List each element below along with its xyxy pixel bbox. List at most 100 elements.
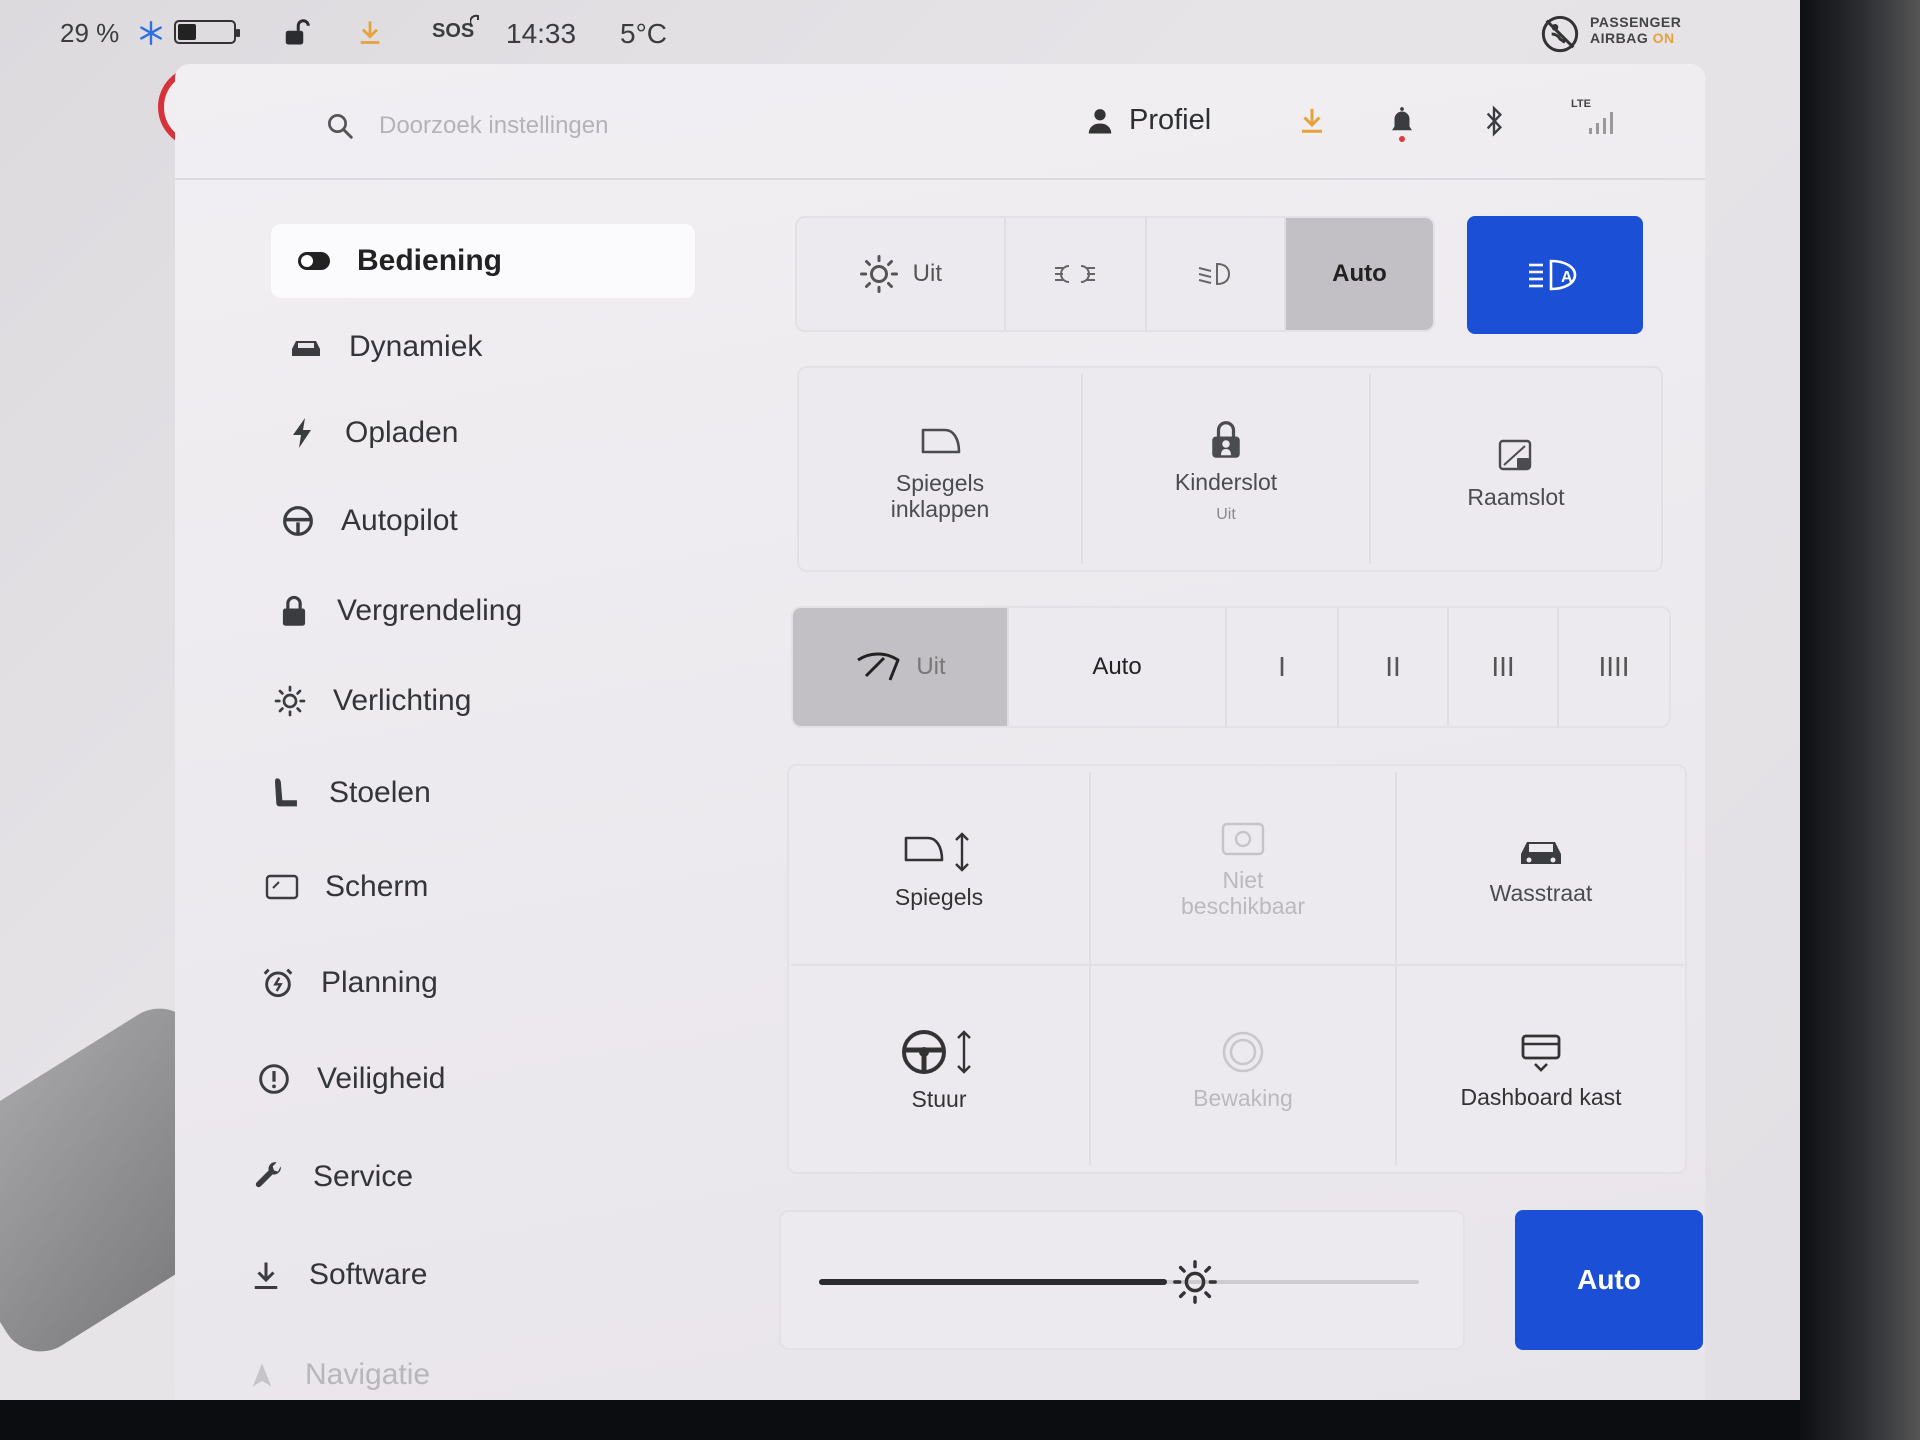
sidebar-item-label: Bediening	[357, 244, 503, 277]
brightness-auto-button[interactable]: Auto	[1515, 1210, 1703, 1350]
sidebar-item-label: Verlichting	[333, 684, 472, 717]
airbag-line-1: PASSENGER	[1590, 14, 1682, 30]
child-lock-label: Kinderslot	[1174, 468, 1278, 495]
mirror-icon	[917, 426, 963, 460]
wiper-off-option[interactable]: Uit	[793, 608, 1009, 726]
window-lock-label: Raamslot	[1467, 483, 1565, 510]
brightness-handle[interactable]	[1171, 1258, 1219, 1306]
wiper-speed-2-option[interactable]: II	[1339, 608, 1449, 726]
alarm-clock-icon	[261, 967, 295, 999]
wiper-speed-selector: Uit Auto I II III IIII	[791, 606, 1671, 728]
child-lock-button[interactable]: Kinderslot Uit	[1083, 386, 1369, 556]
glovebox-icon	[1519, 1030, 1563, 1074]
sidebar-item-opladen[interactable]: Opladen	[259, 396, 458, 470]
car-interior-background	[1800, 0, 1920, 1440]
software-update-icon[interactable]	[356, 16, 384, 48]
sidebar-item-label: Software	[309, 1258, 428, 1291]
download-icon[interactable]	[1297, 104, 1327, 136]
sidebar-item-stoelen[interactable]: Stoelen	[243, 756, 431, 830]
lights-auto-option[interactable]: Auto	[1285, 218, 1433, 330]
wiper-speed-3-option[interactable]: III	[1449, 608, 1559, 726]
car-wash-label: Wasstraat	[1489, 879, 1593, 906]
sidebar-item-planning[interactable]: Planning	[235, 946, 438, 1020]
sidebar-item-service[interactable]: Service	[227, 1140, 413, 1214]
window-lock-button[interactable]: Raamslot	[1371, 394, 1661, 554]
settings-panel: Profiel LTE Bediening	[175, 64, 1705, 1400]
wiper-icon	[854, 650, 902, 684]
steering-wheel-icon	[281, 505, 315, 537]
alert-circle-icon	[257, 1063, 291, 1095]
download-icon	[249, 1259, 283, 1291]
brightness-auto-label: Auto	[1577, 1264, 1641, 1295]
lights-off-label: Uit	[912, 260, 943, 287]
sidebar-item-label: Vergrendeling	[337, 594, 523, 627]
sidebar-item-navigatie[interactable]: Navigatie	[219, 1338, 430, 1400]
outside-temperature: 5°C	[620, 18, 667, 49]
profile-label: Profiel	[1129, 104, 1212, 136]
auto-high-beam-button[interactable]: A	[1467, 216, 1643, 334]
sun-icon	[273, 685, 307, 717]
wiper-speed-1-label: I	[1278, 651, 1286, 682]
sidebar-item-bediening[interactable]: Bediening	[271, 224, 695, 298]
sidebar-item-scherm[interactable]: Scherm	[239, 850, 428, 924]
sidebar-item-vergrendeling[interactable]: Vergrendeling	[251, 574, 522, 648]
sidebar-item-label: Dynamiek	[349, 330, 483, 363]
sos-label[interactable]: SOS	[432, 20, 474, 43]
wiper-auto-label: Auto	[1092, 653, 1142, 680]
navigation-icon	[245, 1359, 279, 1391]
clock: 14:33	[506, 18, 577, 49]
sidebar-item-label: Stoelen	[329, 776, 431, 809]
unavailable-label: Niet beschikbaar	[1180, 867, 1306, 919]
search-bar[interactable]	[325, 102, 845, 150]
passenger-airbag-indicator: PASSENGER AIRBAG ON	[1590, 14, 1681, 46]
bolt-icon	[285, 417, 319, 449]
sidebar-item-label: Autopilot	[341, 504, 458, 537]
sidebar-item-autopilot[interactable]: Autopilot	[255, 484, 458, 558]
car-icon	[289, 335, 323, 359]
sidebar-item-label: Service	[313, 1160, 414, 1193]
unlock-icon[interactable]	[282, 16, 312, 48]
sidebar-item-label: Veiligheid	[317, 1062, 446, 1095]
headlights-selector: Uit Auto	[795, 216, 1435, 332]
parking-lights-option[interactable]	[1006, 218, 1147, 330]
parking-lights-icon	[1053, 260, 1097, 288]
battery-icon	[174, 20, 240, 44]
sos-call-icon	[470, 14, 484, 30]
fold-mirrors-button[interactable]: Spiegels inklappen	[799, 394, 1081, 554]
mirror-adjust-icon	[902, 830, 976, 874]
airbag-line-2: AIRBAG	[1590, 30, 1649, 46]
bluetooth-icon[interactable]	[1481, 104, 1507, 138]
profile-button[interactable]: Profiel	[1085, 104, 1211, 137]
glovebox-button[interactable]: Dashboard kast	[1397, 972, 1685, 1168]
car-wash-button[interactable]: Wasstraat	[1397, 784, 1685, 956]
brightness-slider-fill	[819, 1279, 1167, 1285]
sidebar-item-label: Opladen	[345, 416, 459, 449]
brightness-slider[interactable]	[819, 1260, 1419, 1304]
steering-adjust-button[interactable]: Stuur	[789, 972, 1089, 1168]
sidebar-item-dynamiek[interactable]: Dynamiek	[263, 310, 482, 384]
low-beam-option[interactable]	[1147, 218, 1286, 330]
status-bar: 29 % SOS 14:33 5°C PASSENGER AIRBAG ON	[0, 0, 1800, 64]
sidebar-item-software[interactable]: Software	[223, 1238, 427, 1312]
wiper-off-label: Uit	[916, 653, 946, 680]
search-input[interactable]	[379, 112, 799, 140]
lights-off-option[interactable]: Uit	[797, 218, 1006, 330]
wiper-speed-2-label: II	[1385, 651, 1401, 682]
wiper-speed-4-label: IIII	[1598, 651, 1630, 682]
sidebar-item-verlichting[interactable]: Verlichting	[247, 664, 471, 738]
auto-high-beam-icon: A	[1527, 257, 1583, 293]
sentry-button: Bewaking	[1091, 972, 1395, 1168]
window-lock-icon	[1497, 438, 1535, 474]
lights-auto-label: Auto	[1332, 260, 1387, 287]
svg-text:A: A	[1561, 269, 1573, 286]
wiper-speed-1-option[interactable]: I	[1227, 608, 1339, 726]
sentry-icon	[1220, 1029, 1266, 1075]
car-wash-icon	[1517, 834, 1565, 870]
sidebar-item-veiligheid[interactable]: Veiligheid	[231, 1042, 445, 1116]
fold-mirrors-label: Spiegels inklappen	[890, 470, 990, 522]
bell-icon[interactable]	[1387, 104, 1417, 144]
child-lock-icon	[1209, 419, 1243, 459]
wiper-speed-4-option[interactable]: IIII	[1559, 608, 1669, 726]
mirrors-adjust-button[interactable]: Spiegels	[789, 784, 1089, 956]
wiper-auto-option[interactable]: Auto	[1009, 608, 1227, 726]
